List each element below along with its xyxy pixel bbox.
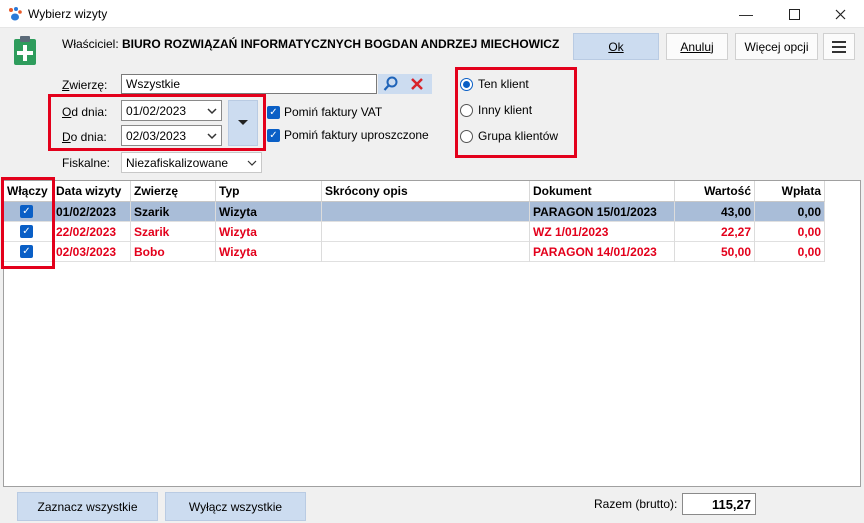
skip-vat-label: Pomiń faktury VAT: [284, 105, 383, 119]
from-date-label: Od dnia:: [62, 105, 108, 119]
cell-description: [322, 242, 530, 262]
owner-label: Właściciel:: [62, 37, 119, 51]
cell-description: [322, 222, 530, 242]
cell-date: 01/02/2023: [53, 202, 131, 222]
cell-animal: Bobo: [131, 242, 216, 262]
search-icon: [383, 76, 398, 91]
visits-table[interactable]: Włączy Data wizyty Zwierzę Typ Skrócony …: [3, 180, 861, 487]
col-header-animal[interactable]: Zwierzę: [131, 181, 216, 202]
radio-client-group-label: Grupa klientów: [478, 129, 559, 143]
table-row[interactable]: ✓ 01/02/2023 Szarik Wizyta PARAGON 15/01…: [4, 202, 825, 222]
cell-type: Wizyta: [216, 242, 322, 262]
maximize-button[interactable]: [772, 0, 816, 28]
animal-label: Zwierzę:: [62, 78, 108, 92]
app-paw-icon: [9, 7, 22, 21]
radio-other-client-label: Inny klient: [478, 103, 533, 117]
cell-type: Wizyta: [216, 222, 322, 242]
table-row[interactable]: ✓ 02/03/2023 Bobo Wizyta PARAGON 14/01/2…: [4, 242, 825, 262]
deselect-all-button[interactable]: Wyłącz wszystkie: [165, 492, 306, 521]
from-date-picker[interactable]: 01/02/2023: [121, 100, 222, 121]
skip-vat-checkbox[interactable]: ✓: [267, 106, 280, 119]
clear-x-icon[interactable]: [410, 77, 424, 91]
cell-paid: 0,00: [755, 222, 825, 242]
animal-search-button[interactable]: [378, 74, 432, 94]
more-options-button[interactable]: Więcej opcji: [735, 33, 818, 60]
clipboard-add-icon: [14, 36, 36, 65]
radio-other-client[interactable]: [460, 104, 473, 117]
owner-value: BIURO ROZWIĄZAŃ INFORMATYCZNYCH BOGDAN A…: [122, 37, 560, 51]
cell-paid: 0,00: [755, 242, 825, 262]
hamburger-icon: [832, 40, 846, 53]
cell-value: 50,00: [675, 242, 755, 262]
cell-description: [322, 202, 530, 222]
minimize-icon: —: [739, 6, 753, 22]
ok-button[interactable]: Ok: [573, 33, 659, 60]
col-header-date[interactable]: Data wizyty: [53, 181, 131, 202]
title-bar: Wybierz wizyty —: [0, 0, 864, 28]
total-label: Razem (brutto):: [594, 497, 678, 511]
maximize-icon: [788, 8, 800, 20]
caret-down-icon: [238, 120, 248, 125]
col-header-document[interactable]: Dokument: [530, 181, 675, 202]
radio-client-group[interactable]: [460, 130, 473, 143]
chevron-down-icon: [207, 108, 217, 115]
animal-field[interactable]: Wszystkie: [121, 74, 377, 94]
select-all-button[interactable]: Zaznacz wszystkie: [17, 492, 158, 521]
close-button[interactable]: [818, 0, 862, 28]
cell-document: PARAGON 14/01/2023: [530, 242, 675, 262]
table-row[interactable]: ✓ 22/02/2023 Szarik Wizyta WZ 1/01/2023 …: [4, 222, 825, 242]
date-preset-dropdown-button[interactable]: [228, 100, 258, 146]
chevron-down-icon: [207, 133, 217, 140]
cell-date: 22/02/2023: [53, 222, 131, 242]
chevron-down-icon: [247, 160, 257, 166]
col-header-value[interactable]: Wartość: [675, 181, 755, 202]
radio-this-client-label: Ten klient: [478, 77, 529, 91]
menu-button[interactable]: [823, 33, 855, 60]
to-date-picker[interactable]: 02/03/2023: [121, 125, 222, 146]
close-icon: [835, 9, 845, 19]
fiscal-label: Fiskalne:: [62, 156, 111, 170]
to-date-label: Do dnia:: [62, 130, 107, 144]
cell-paid: 0,00: [755, 202, 825, 222]
cell-document: WZ 1/01/2023: [530, 222, 675, 242]
include-column-highlight: [1, 177, 55, 269]
cell-animal: Szarik: [131, 202, 216, 222]
cell-animal: Szarik: [131, 222, 216, 242]
cell-document: PARAGON 15/01/2023: [530, 202, 675, 222]
cancel-button[interactable]: Anuluj: [666, 33, 728, 60]
skip-simple-checkbox[interactable]: ✓: [267, 129, 280, 142]
cell-value: 43,00: [675, 202, 755, 222]
cell-type: Wizyta: [216, 202, 322, 222]
total-value: 115,27: [682, 493, 756, 515]
skip-simple-label: Pomiń faktury uproszczone: [284, 128, 429, 142]
radio-this-client[interactable]: [460, 78, 473, 91]
window-title: Wybierz wizyty: [28, 7, 108, 21]
col-header-type[interactable]: Typ: [216, 181, 322, 202]
cell-value: 22,27: [675, 222, 755, 242]
fiscal-select[interactable]: Niezafiskalizowane: [121, 152, 262, 173]
col-header-description[interactable]: Skrócony opis: [322, 181, 530, 202]
minimize-button[interactable]: —: [724, 0, 768, 28]
cell-date: 02/03/2023: [53, 242, 131, 262]
col-header-paid[interactable]: Wpłata: [755, 181, 825, 202]
